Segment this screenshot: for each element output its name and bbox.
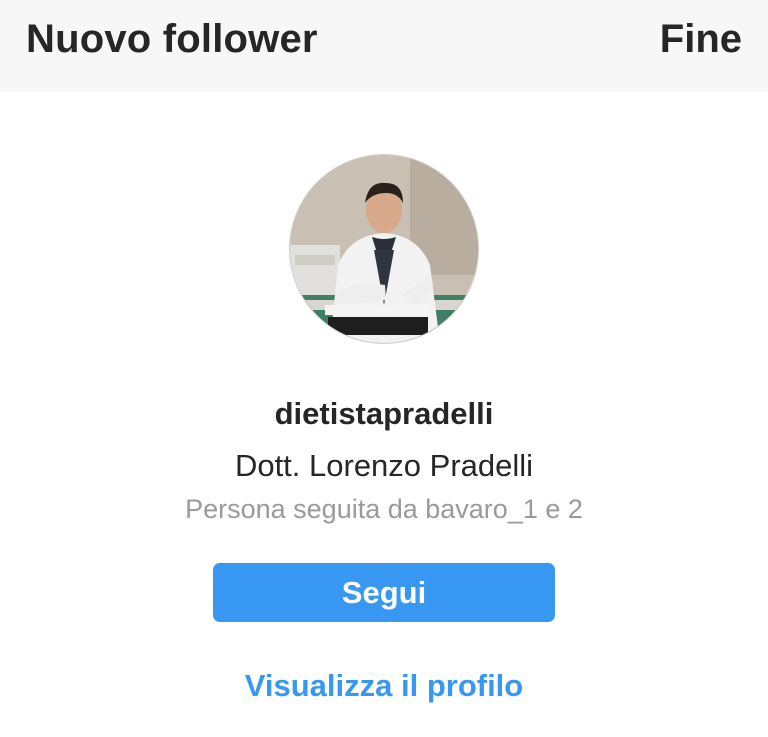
avatar[interactable] xyxy=(290,155,478,343)
follow-button[interactable]: Segui xyxy=(213,563,555,622)
username: dietistapradelli xyxy=(274,396,494,431)
top-bar: Nuovo follower Fine xyxy=(0,0,768,92)
full-name: Dott. Lorenzo Pradelli xyxy=(234,448,534,483)
followed-by-text: Persona seguita da bavaro_1 e 2 xyxy=(185,494,583,524)
view-profile-link[interactable]: Visualizza il profilo xyxy=(0,668,768,704)
done-button[interactable]: Fine xyxy=(660,17,742,62)
page-title: Nuovo follower xyxy=(26,17,318,61)
profile-photo-icon xyxy=(290,155,478,343)
